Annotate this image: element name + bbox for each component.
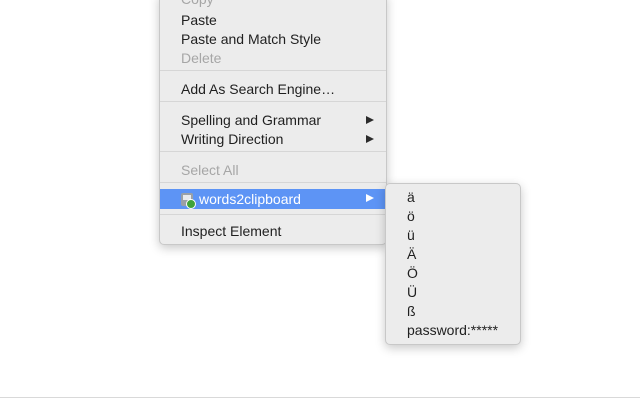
submenu-item-a-umlaut[interactable]: ä [386,188,520,207]
menu-item-label: words2clipboard [199,191,301,207]
words2clipboard-submenu: ä ö ü Ä Ö Ü ß password:***** [385,183,521,345]
menu-item-words2clipboard[interactable]: words2clipboard [160,189,386,209]
submenu-arrow-icon [366,116,374,124]
menu-item-paste[interactable]: Paste [160,11,386,30]
submenu-item-capital-u-umlaut[interactable]: Ü [386,283,520,302]
extension-icon [181,193,196,209]
menu-item-inspect-element[interactable]: Inspect Element [160,222,386,241]
menu-separator [160,70,386,71]
menu-separator [160,214,386,215]
menu-item-copy[interactable]: Copy [160,0,386,9]
submenu-arrow-icon [366,194,374,202]
menu-item-label: Writing Direction [181,131,284,147]
submenu-item-password[interactable]: password:***** [386,321,520,340]
page-bottom-border [0,397,640,398]
context-menu: Copy Paste Paste and Match Style Delete … [159,0,387,245]
submenu-arrow-icon [366,135,374,143]
menu-separator [160,101,386,102]
submenu-item-o-umlaut[interactable]: ö [386,207,520,226]
submenu-item-capital-o-umlaut[interactable]: Ö [386,264,520,283]
menu-item-spelling-and-grammar[interactable]: Spelling and Grammar [160,111,386,130]
submenu-item-eszett[interactable]: ß [386,302,520,321]
menu-item-label: Spelling and Grammar [181,112,322,128]
submenu-item-capital-a-umlaut[interactable]: Ä [386,245,520,264]
menu-item-paste-and-match-style[interactable]: Paste and Match Style [160,30,386,49]
submenu-item-u-umlaut[interactable]: ü [386,226,520,245]
menu-separator [160,151,386,152]
menu-separator [160,182,386,183]
menu-item-delete[interactable]: Delete [160,49,386,68]
menu-item-writing-direction[interactable]: Writing Direction [160,130,386,149]
menu-item-add-as-search-engine[interactable]: Add As Search Engine… [160,80,386,99]
menu-item-select-all[interactable]: Select All [160,161,386,180]
